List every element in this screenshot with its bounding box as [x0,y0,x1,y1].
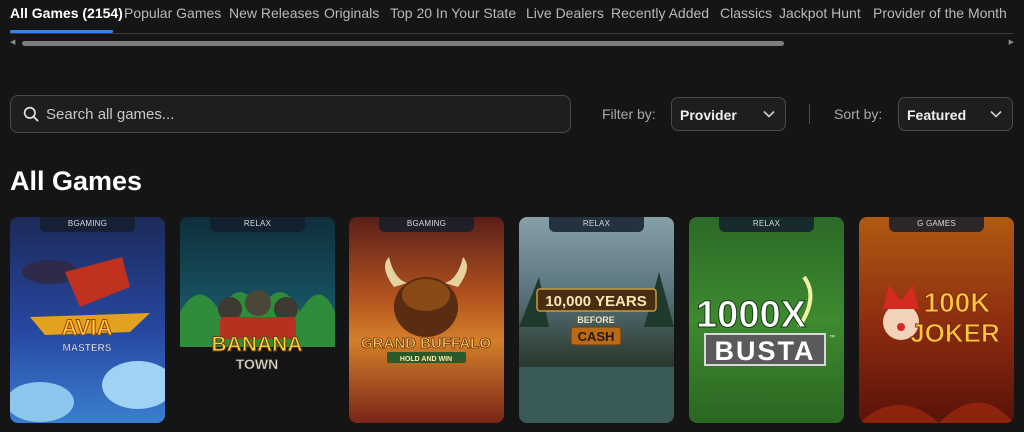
provider-filter-value: Provider [680,107,737,123]
provider-badge: G GAMES [889,217,984,232]
game-logo-line3: CASH [578,329,615,344]
scrollbar-thumb[interactable] [22,41,784,46]
game-logo-line2: JOKER [910,318,1000,348]
game-logo-line2: HOLD AND WIN [400,356,452,363]
game-thumbnail: GRAND BUFFALO HOLD AND WIN [361,257,492,363]
filter-label: Filter by: [602,106,656,122]
game-card-grand-buffalo[interactable]: GRAND BUFFALO HOLD AND WIN BGAMING [349,217,504,423]
tab-originals[interactable]: Originals [324,5,379,21]
provider-badge: BGAMING [379,217,474,232]
tab-new-releases[interactable]: New Releases [229,5,319,21]
tab-live-dealers[interactable]: Live Dealers [526,5,604,21]
tabs-divider [10,33,1014,34]
tab-all-games[interactable]: All Games (2154) [10,5,123,21]
tabs-scrollbar[interactable]: ◀ ▶ [10,39,1014,47]
provider-badge: BGAMING [40,217,135,232]
provider-badge: RELAX [719,217,814,232]
tab-popular-games[interactable]: Popular Games [124,5,221,21]
tab-classics[interactable]: Classics [720,5,772,21]
game-logo-line1: 1000X [696,294,807,336]
provider-badge: RELAX [549,217,644,232]
game-logo-line2: MASTERS [63,343,112,354]
game-card-10000-years-before-cash[interactable]: 10,000 YEARS BEFORE CASH RELAX [519,217,674,423]
game-logo-line1: BANANA [212,333,303,356]
section-title: All Games [10,166,143,196]
game-thumbnail: AVIA MASTERS [10,257,165,422]
tab-recently-added[interactable]: Recently Added [611,5,709,21]
scroll-right-arrow-icon[interactable]: ▶ [1009,39,1014,47]
game-logo-line2: BUSTA [715,336,816,366]
game-card-100k-joker[interactable]: 100K JOKER G GAMES [859,217,1014,423]
game-logo-line1: 100K [924,287,991,318]
scroll-left-arrow-icon[interactable]: ◀ [10,39,15,47]
provider-badge: RELAX [210,217,305,232]
sort-value: Featured [907,107,967,123]
search-icon [23,106,39,122]
game-card-avia-masters[interactable]: AVIA MASTERS BGAMING [10,217,165,423]
game-thumbnail: 10,000 YEARS BEFORE CASH [519,272,674,423]
game-thumbnail: 1000X BUSTA ™ [696,275,835,366]
filter-sort-divider [809,104,810,124]
tab-jackpot-hunt[interactable]: Jackpot Hunt [779,5,861,21]
category-tabs: All Games (2154) Popular Games New Relea… [0,0,1024,34]
tab-top-20-in-your-state[interactable]: Top 20 In Your State [390,5,516,21]
game-logo-line2: TOWN [236,356,279,372]
chevron-down-icon [990,110,1002,118]
chevron-down-icon [763,110,775,118]
game-logo-line1: AVIA [62,315,113,340]
search-input[interactable] [46,96,556,132]
trademark-symbol: ™ [829,334,835,341]
search-box [10,95,571,133]
tab-provider-of-the-month[interactable]: Provider of the Month [873,5,1007,21]
game-thumbnail: BANANA TOWN [180,290,335,372]
game-logo-line2: BEFORE [577,315,615,325]
sort-label: Sort by: [834,106,883,122]
sort-select[interactable]: Featured [898,97,1013,131]
game-thumbnail: 100K JOKER [859,285,1014,423]
provider-filter-select[interactable]: Provider [671,97,786,131]
game-card-1000x-busta[interactable]: 1000X BUSTA ™ RELAX [689,217,844,423]
game-card-banana-town[interactable]: BANANA TOWN RELAX [180,217,335,423]
game-logo-line1: GRAND BUFFALO [361,335,491,352]
game-logo-line1: 10,000 YEARS [545,293,646,310]
